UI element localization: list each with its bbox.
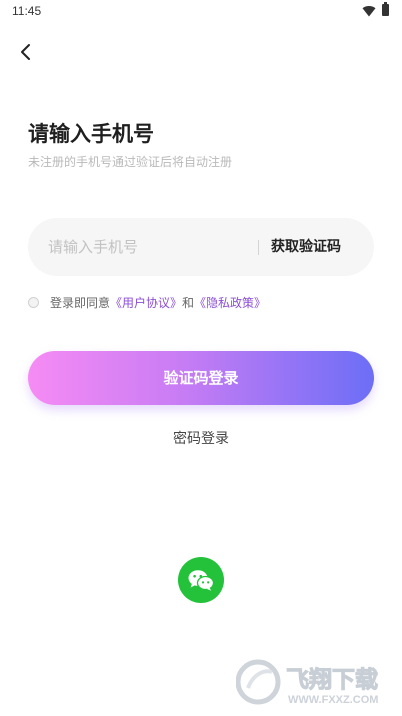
battery-icon xyxy=(382,2,389,16)
get-code-button[interactable]: 获取验证码 xyxy=(271,218,341,276)
wifi-icon xyxy=(362,6,376,17)
back-button[interactable] xyxy=(14,40,38,64)
code-login-button[interactable]: 验证码登录 xyxy=(28,351,374,405)
agreement-checkbox[interactable] xyxy=(28,296,39,308)
svg-text:飞翔下载: 飞翔下载 xyxy=(286,666,378,693)
agreement-row: 登录即同意 《用户协议》 和 《隐私政策》 xyxy=(28,292,266,312)
privacy-policy-link[interactable]: 《隐私政策》 xyxy=(194,294,266,311)
phone-input-box: 获取验证码 xyxy=(28,218,374,276)
wechat-login-button[interactable] xyxy=(178,557,224,603)
password-login-link[interactable]: 密码登录 xyxy=(0,428,402,448)
agreement-conjunction: 和 xyxy=(182,295,195,310)
agreement-prefix: 登录即同意 xyxy=(50,295,111,310)
phone-input[interactable] xyxy=(48,218,248,276)
divider xyxy=(258,240,259,255)
watermark-logo: 飞翔下载 WWW.FXXZ.COM xyxy=(236,659,379,706)
svg-text:WWW.FXXZ.COM: WWW.FXXZ.COM xyxy=(288,694,378,706)
page-subtitle: 未注册的手机号通过验证后将自动注册 xyxy=(28,155,233,169)
status-time: 11:45 xyxy=(12,4,42,18)
chevron-left-icon xyxy=(21,44,30,60)
user-agreement-link[interactable]: 《用户协议》 xyxy=(110,294,182,311)
wechat-icon xyxy=(188,570,215,591)
page-title: 请输入手机号 xyxy=(28,122,154,146)
status-bar: 11:45 xyxy=(0,0,402,24)
